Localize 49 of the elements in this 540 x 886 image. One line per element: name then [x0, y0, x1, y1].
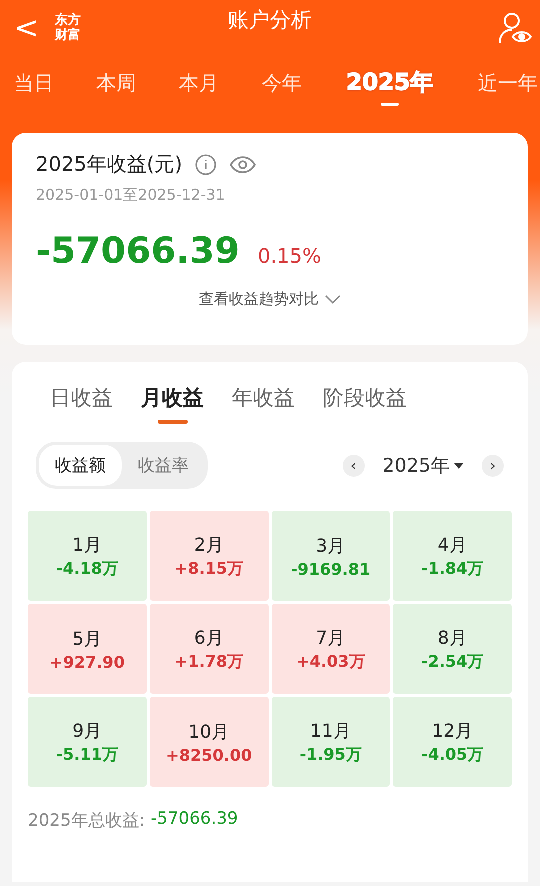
summary-title: 2025年收益(元)	[36, 151, 183, 178]
month-label: 1月	[72, 534, 102, 556]
back-button[interactable]: <	[8, 10, 46, 46]
total-value: -57066.39	[151, 809, 238, 831]
month-label: 10月	[188, 720, 230, 744]
month-label: 3月	[316, 534, 346, 558]
income-tab[interactable]: 年收益	[232, 384, 295, 424]
prev-year-button[interactable]: ‹	[342, 454, 365, 476]
toggle-option[interactable]: 收益额	[39, 445, 122, 486]
month-return: -1.84万	[422, 558, 484, 580]
page-title: 账户分析	[228, 7, 312, 34]
month-label: 9月	[72, 720, 102, 742]
income-tab[interactable]: 日收益	[50, 384, 113, 424]
period-tab[interactable]: 2025年	[342, 68, 438, 108]
month-return: -9169.81	[291, 560, 371, 578]
month-return: -2.54万	[422, 652, 484, 672]
month-return: -1.95万	[300, 744, 362, 766]
month-label: 11月	[310, 720, 352, 742]
trend-link[interactable]: 查看收益趋势对比	[199, 290, 341, 309]
month-return: +927.90	[50, 652, 125, 672]
date-range: 2025-01-01至2025-12-31	[36, 186, 226, 205]
month-label: 12月	[432, 720, 474, 742]
month-return: -5.11万	[56, 744, 118, 766]
month-label: 6月	[194, 626, 224, 650]
info-icon[interactable]	[194, 154, 217, 176]
month-return: +1.78万	[174, 652, 244, 672]
chevron-down-icon	[325, 294, 341, 304]
income-tab[interactable]: 阶段收益	[323, 384, 407, 424]
total-label: 2025年总收益:	[28, 810, 145, 832]
month-return: -4.18万	[56, 558, 118, 580]
user-eye-icon[interactable]	[498, 11, 532, 45]
month-return: +8250.00	[166, 746, 252, 764]
month-label: 2月	[194, 534, 224, 556]
month-label: 7月	[316, 626, 346, 650]
month-return: -4.05万	[422, 744, 484, 766]
month-label: 4月	[438, 534, 468, 556]
total-return: -57066.39	[36, 231, 240, 272]
month-label: 8月	[438, 626, 468, 650]
return-rate: 0.15%	[258, 244, 322, 268]
month-return: +4.03万	[296, 652, 366, 672]
caret-icon	[454, 462, 464, 468]
app-logo: 东方 财富	[55, 13, 82, 43]
year-dropdown[interactable]: 2025年	[374, 452, 472, 478]
month-return: +8.15万	[174, 558, 244, 580]
income-tab[interactable]: 月收益	[141, 384, 204, 424]
eye-icon[interactable]	[228, 154, 257, 174]
toggle-option[interactable]: 收益率	[122, 445, 205, 486]
next-year-button[interactable]: ›	[482, 454, 504, 476]
month-label: 5月	[72, 628, 102, 650]
